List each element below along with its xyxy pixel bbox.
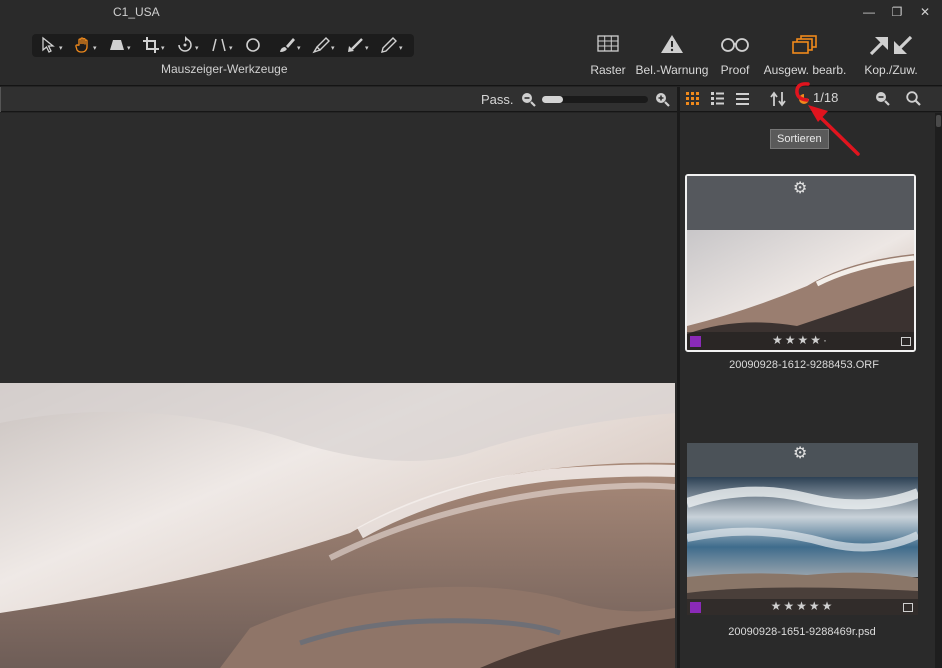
thumbnail-2-filename: 20090928-1651-9288469r.psd xyxy=(728,626,876,638)
grid-view-icon[interactable] xyxy=(685,91,700,106)
select-arrow-icon xyxy=(42,36,55,53)
scrollbar-thumb[interactable] xyxy=(936,115,941,127)
star-rating[interactable]: ★★★★★ xyxy=(687,599,918,613)
viewer-header: Pass. xyxy=(0,87,677,112)
exposure-warning-button[interactable]: Bel.-Warnung xyxy=(632,30,712,84)
pencil-icon xyxy=(381,37,397,53)
zoom-in-icon[interactable] xyxy=(655,92,670,107)
list-view-icon[interactable] xyxy=(710,91,725,106)
exposure-warning-label: Bel.-Warnung xyxy=(635,63,709,77)
proof-button[interactable]: Proof xyxy=(714,30,756,84)
picker-tool[interactable]: ▾ xyxy=(342,34,372,57)
thumbnail-1[interactable]: ⚙ ★★★★· xyxy=(685,174,916,352)
star-rating[interactable]: ★★★★· xyxy=(687,333,914,347)
raster-button[interactable]: Raster xyxy=(586,30,630,84)
glasses-icon xyxy=(721,38,749,52)
rotate-tool[interactable]: ▾ xyxy=(172,34,202,57)
brush-icon xyxy=(280,38,295,52)
close-button[interactable]: ✕ xyxy=(916,3,934,21)
circle-icon xyxy=(246,38,260,52)
picker-icon xyxy=(348,38,363,52)
viewer-photo xyxy=(0,383,675,668)
hand-icon xyxy=(75,37,88,53)
thumbnail-1-filename: 20090928-1612-9288453.ORF xyxy=(729,359,879,371)
gear-icon[interactable]: ⚙ xyxy=(793,178,807,198)
select-arrow-tool[interactable]: ▾ xyxy=(36,34,66,57)
cursor-tools-caption: Mauszeiger-Werkzeuge xyxy=(161,62,288,76)
browser-scrollbar[interactable] xyxy=(935,113,942,668)
zoom-slider-fill xyxy=(542,96,564,103)
copy-apply-label: Kop./Zuw. xyxy=(864,63,918,77)
maximize-button[interactable]: ❐ xyxy=(888,3,906,21)
window-title: C1_USA xyxy=(113,5,160,19)
crop-icon xyxy=(143,37,159,53)
thumbnail-2-image xyxy=(687,443,918,615)
rotate-icon xyxy=(178,36,192,52)
cursor-tools-group: ▾ ▾ ▾ ▾ ▾ ▾ ▾ ▾ ▾ ▾ xyxy=(32,34,414,57)
browser-zoom-icon[interactable] xyxy=(875,91,890,106)
thumbnail-2[interactable]: ⚙ ★★★★★ xyxy=(687,443,918,615)
copy-apply-arrows-icon xyxy=(869,35,913,56)
zoom-slider[interactable] xyxy=(542,96,648,103)
sort-tooltip: Sortieren xyxy=(770,129,829,149)
crop-tool[interactable]: ▾ xyxy=(138,34,168,57)
straighten-tool[interactable]: ▾ xyxy=(206,34,236,57)
proof-label: Proof xyxy=(720,63,750,77)
raster-label: Raster xyxy=(590,63,626,77)
keystone-icon xyxy=(110,40,124,50)
landscape-photo xyxy=(0,383,675,668)
grid-icon xyxy=(597,35,619,52)
copy-apply-button[interactable]: Kop./Zuw. xyxy=(856,30,926,84)
spot-removal-tool[interactable] xyxy=(240,34,270,57)
metadata-icon xyxy=(903,603,913,612)
straighten-icon xyxy=(212,38,226,52)
title-bar: C1_USA — ❐ ✕ xyxy=(0,0,942,24)
warning-icon xyxy=(661,35,683,53)
edit-selected-button[interactable]: Ausgew. bearb. xyxy=(758,30,852,84)
toolbar: ▾ ▾ ▾ ▾ ▾ ▾ ▾ ▾ ▾ ▾ Mauszeiger-Werkzeuge… xyxy=(0,24,942,86)
zoom-out-icon[interactable] xyxy=(521,92,536,107)
pan-hand-tool[interactable]: ▾ xyxy=(70,34,100,57)
search-icon[interactable] xyxy=(906,91,921,106)
minimize-button[interactable]: — xyxy=(860,3,878,21)
stacked-images-icon xyxy=(792,35,817,54)
keystone-tool[interactable]: ▾ xyxy=(104,34,134,57)
thumbnail-1-image xyxy=(687,176,914,350)
edit-selected-label: Ausgew. bearb. xyxy=(763,63,847,77)
image-viewer[interactable] xyxy=(0,113,677,668)
brush-tool[interactable]: ▾ xyxy=(274,34,304,57)
zoom-fit-label[interactable]: Pass. xyxy=(481,92,514,107)
filmstrip-view-icon[interactable] xyxy=(735,91,750,106)
metadata-icon xyxy=(901,337,911,346)
gear-icon[interactable]: ⚙ xyxy=(793,443,807,463)
gradient-brush-icon xyxy=(312,37,330,54)
annotate-tool[interactable]: ▾ xyxy=(376,34,406,57)
gradient-brush-tool[interactable]: ▾ xyxy=(308,34,338,57)
